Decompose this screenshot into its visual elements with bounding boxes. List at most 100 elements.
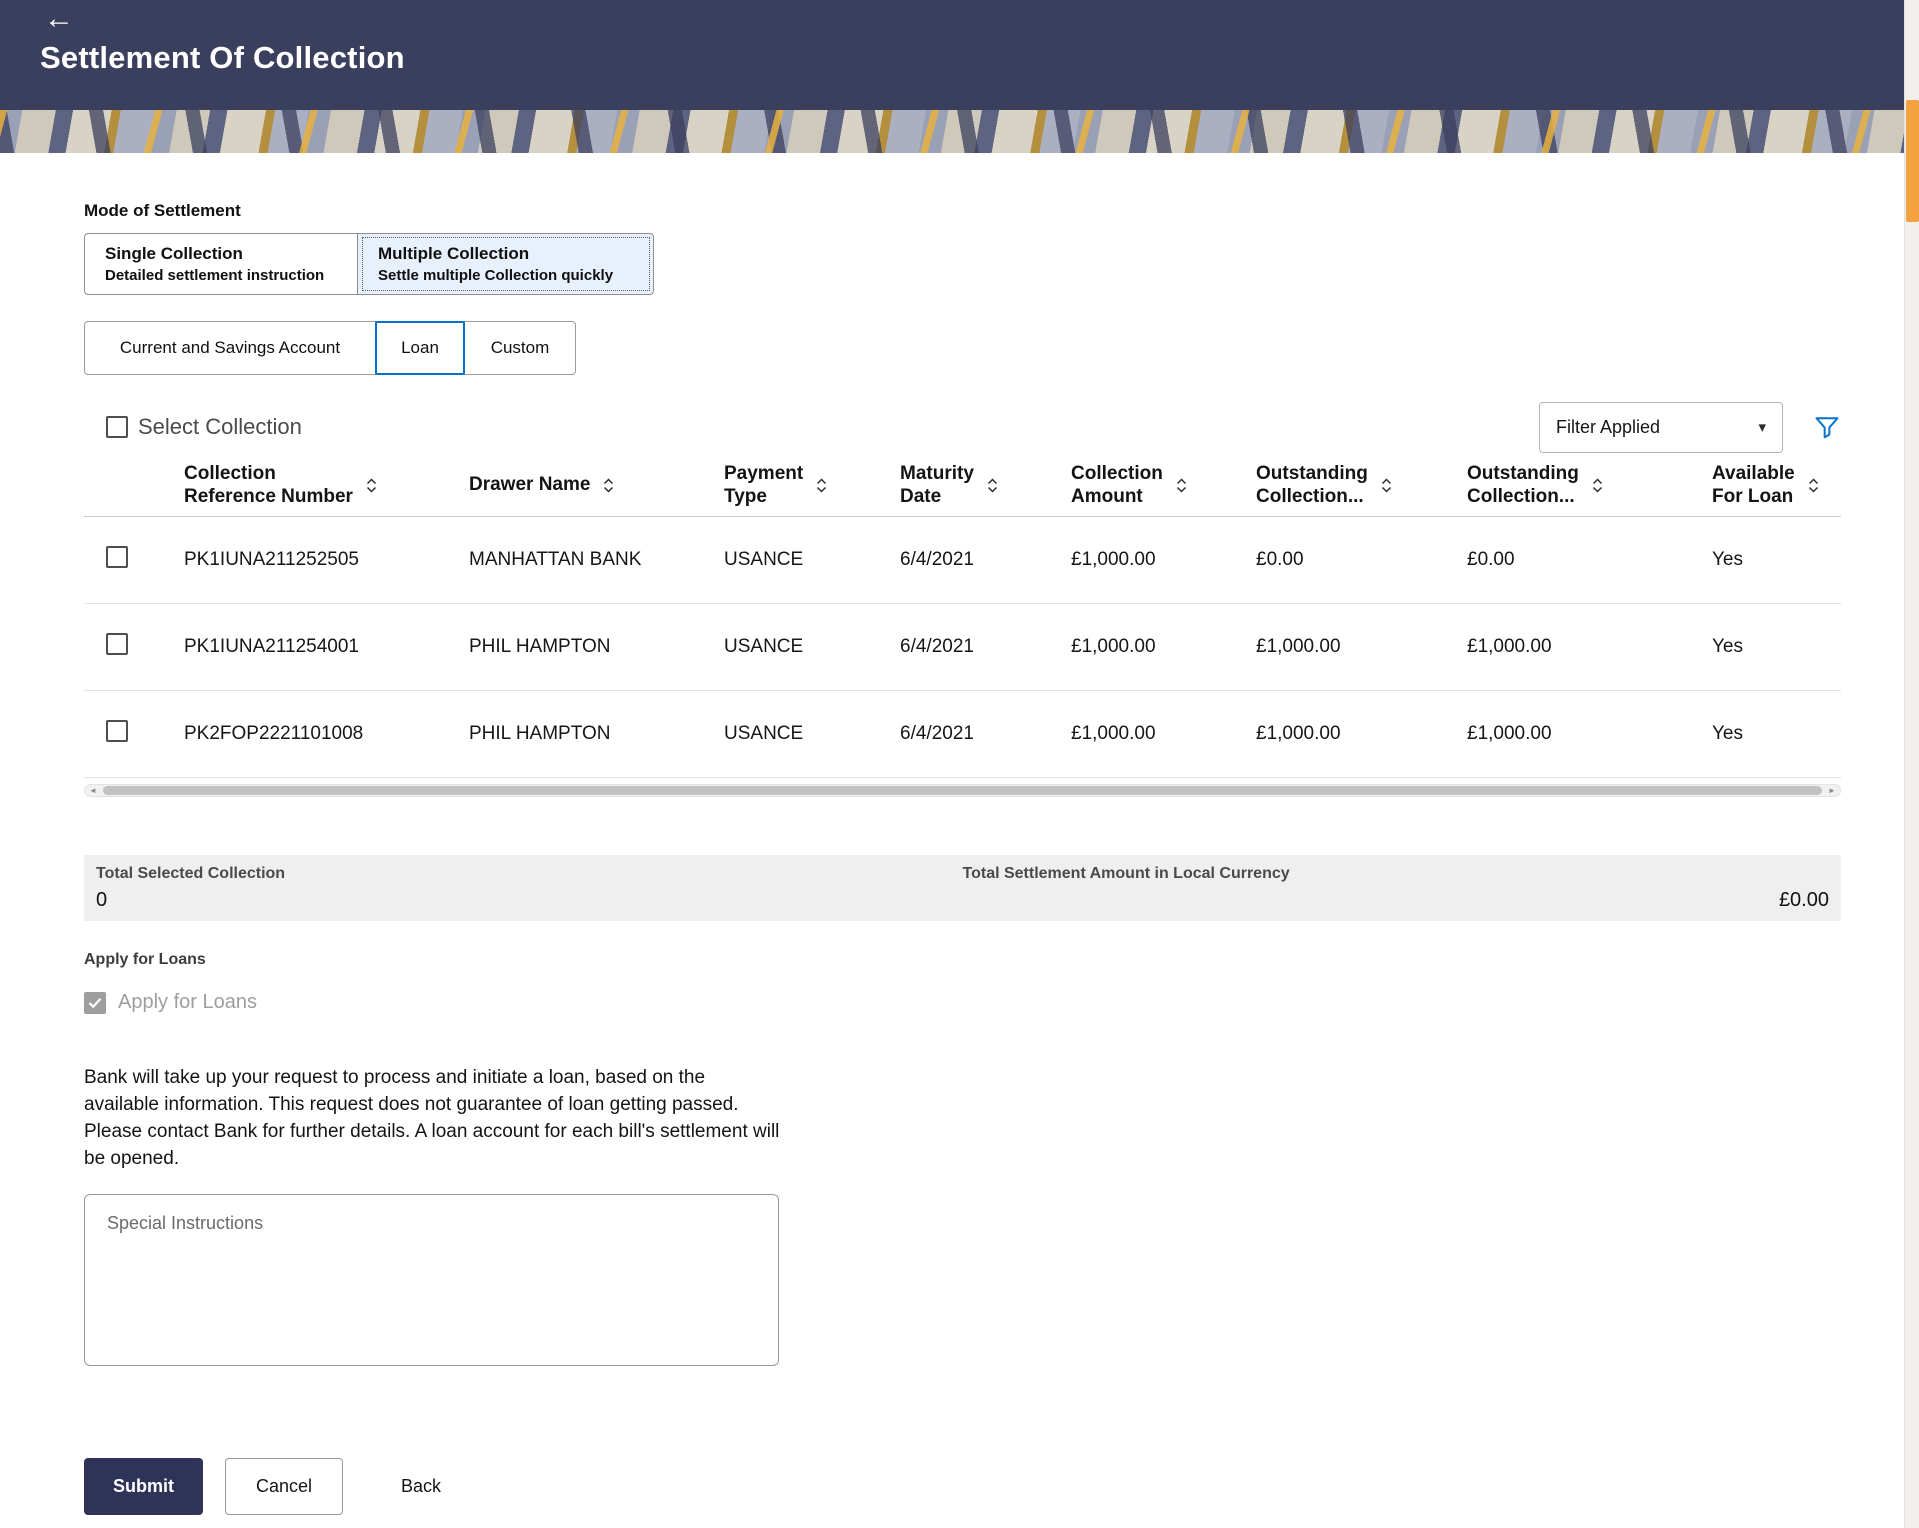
settlement-account-tabs: Current and Savings Account Loan Custom (84, 321, 1841, 375)
sort-icon[interactable] (602, 476, 615, 495)
cancel-button[interactable]: Cancel (225, 1458, 343, 1515)
cell-collection-reference: PK1IUNA211254001 (184, 636, 469, 658)
sort-icon[interactable] (1380, 476, 1393, 495)
column-label: Date (900, 486, 974, 508)
sort-icon[interactable] (365, 476, 378, 495)
sort-icon[interactable] (1591, 476, 1604, 495)
horizontal-scrollbar[interactable]: ◄ ► (84, 784, 1841, 797)
column-label: Outstanding (1467, 463, 1579, 485)
cell-collection-amount: £1,000.00 (1071, 636, 1256, 658)
column-outstanding-collection-2: OutstandingCollection... (1467, 463, 1712, 508)
cell-outstanding-2: £1,000.00 (1467, 723, 1712, 745)
total-settlement-amount-label: Total Settlement Amount in Local Currenc… (963, 865, 1830, 883)
column-label: Collection (184, 463, 353, 485)
row-checkbox[interactable] (106, 720, 128, 742)
chevron-down-icon: ▾ (1758, 418, 1766, 436)
cell-collection-amount: £1,000.00 (1071, 723, 1256, 745)
cell-collection-amount: £1,000.00 (1071, 549, 1256, 571)
back-button[interactable]: Back (381, 1458, 461, 1515)
vertical-scrollbar[interactable] (1904, 0, 1919, 1528)
total-selected-collection-value: 0 (96, 889, 963, 912)
single-collection-title: Single Collection (105, 244, 243, 264)
column-collection-reference-number: CollectionReference Number (184, 463, 469, 508)
column-label: Available (1712, 463, 1795, 485)
cell-outstanding-1: £1,000.00 (1256, 723, 1467, 745)
cell-outstanding-2: £1,000.00 (1467, 636, 1712, 658)
column-available-for-loan: AvailableFor Loan (1712, 463, 1841, 508)
select-all-checkbox[interactable] (106, 416, 128, 438)
scroll-left-icon[interactable]: ◄ (85, 785, 101, 796)
column-label: Reference Number (184, 486, 353, 508)
column-drawer-name: Drawer Name (469, 474, 724, 496)
action-buttons: Submit Cancel Back (84, 1458, 1841, 1515)
tab-custom[interactable]: Custom (464, 321, 576, 375)
mode-of-settlement-label: Mode of Settlement (84, 201, 1841, 221)
loan-disclaimer-text: Bank will take up your request to proces… (84, 1064, 784, 1172)
column-label: Collection... (1256, 486, 1368, 508)
cell-drawer-name: PHIL HAMPTON (469, 723, 724, 745)
cell-maturity-date: 6/4/2021 (900, 549, 1071, 571)
cell-payment-type: USANCE (724, 636, 900, 658)
page-title: Settlement Of Collection (40, 40, 405, 76)
apply-for-loans-checkbox-label: Apply for Loans (118, 991, 257, 1014)
multiple-collection-subtitle: Settle multiple Collection quickly (378, 267, 613, 284)
total-selected-collection-label: Total Selected Collection (96, 865, 963, 883)
column-label: Maturity (900, 463, 974, 485)
row-checkbox[interactable] (106, 633, 128, 655)
cell-collection-reference: PK1IUNA211252505 (184, 549, 469, 571)
column-label: Type (724, 486, 803, 508)
totals-bar: Total Selected Collection 0 Total Settle… (84, 855, 1841, 921)
column-label: Outstanding (1256, 463, 1368, 485)
multiple-collection-option[interactable]: Multiple Collection Settle multiple Coll… (358, 233, 654, 295)
column-label: For Loan (1712, 486, 1795, 508)
scroll-right-icon[interactable]: ► (1824, 785, 1840, 796)
cell-payment-type: USANCE (724, 723, 900, 745)
filter-icon[interactable] (1813, 413, 1841, 441)
tab-loan[interactable]: Loan (375, 321, 465, 375)
cell-available-for-loan: Yes (1712, 549, 1841, 571)
apply-for-loans-section-label: Apply for Loans (84, 951, 1841, 969)
sort-icon[interactable] (986, 476, 999, 495)
mode-of-settlement-toggle: Single Collection Detailed settlement in… (84, 233, 1841, 295)
apply-for-loans-checkbox[interactable] (84, 992, 106, 1014)
cell-outstanding-2: £0.00 (1467, 549, 1712, 571)
column-label: Collection... (1467, 486, 1579, 508)
main-content: Mode of Settlement Single Collection Det… (0, 153, 1904, 1515)
row-checkbox[interactable] (106, 546, 128, 568)
select-collection-row: Select Collection Filter Applied ▾ (84, 399, 1841, 455)
cell-available-for-loan: Yes (1712, 636, 1841, 658)
total-settlement-amount-value: £0.00 (1779, 889, 1829, 912)
sort-icon[interactable] (1807, 476, 1820, 495)
cell-outstanding-1: £0.00 (1256, 549, 1467, 571)
cell-drawer-name: MANHATTAN BANK (469, 549, 724, 571)
sort-icon[interactable] (815, 476, 828, 495)
cell-available-for-loan: Yes (1712, 723, 1841, 745)
table-row: PK1IUNA211252505 MANHATTAN BANK USANCE 6… (84, 517, 1841, 604)
cell-drawer-name: PHIL HAMPTON (469, 636, 724, 658)
table-row: PK1IUNA211254001 PHIL HAMPTON USANCE 6/4… (84, 604, 1841, 691)
column-label: Drawer Name (469, 474, 590, 496)
vertical-scrollbar-thumb[interactable] (1906, 100, 1919, 222)
cell-maturity-date: 6/4/2021 (900, 636, 1071, 658)
table-row: PK2FOP2221101008 PHIL HAMPTON USANCE 6/4… (84, 691, 1841, 778)
filter-dropdown-value: Filter Applied (1556, 417, 1660, 438)
horizontal-scrollbar-thumb[interactable] (103, 786, 1822, 795)
single-collection-option[interactable]: Single Collection Detailed settlement in… (84, 233, 358, 295)
single-collection-subtitle: Detailed settlement instruction (105, 267, 324, 284)
submit-button[interactable]: Submit (84, 1458, 203, 1515)
back-arrow-icon[interactable]: ← (44, 4, 74, 34)
column-maturity-date: MaturityDate (900, 463, 1071, 508)
filter-applied-dropdown[interactable]: Filter Applied ▾ (1539, 402, 1783, 453)
app-header: ← Settlement Of Collection (0, 0, 1904, 110)
special-instructions-textarea[interactable] (84, 1194, 779, 1366)
column-outstanding-collection-1: OutstandingCollection... (1256, 463, 1467, 508)
table-header-row: CollectionReference Number Drawer Name P… (84, 455, 1841, 517)
column-label: Collection (1071, 463, 1163, 485)
tab-current-and-savings-account[interactable]: Current and Savings Account (84, 321, 376, 375)
sort-icon[interactable] (1175, 476, 1188, 495)
column-label: Amount (1071, 486, 1163, 508)
cell-maturity-date: 6/4/2021 (900, 723, 1071, 745)
column-payment-type: PaymentType (724, 463, 900, 508)
cell-collection-reference: PK2FOP2221101008 (184, 723, 469, 745)
apply-for-loans-row: Apply for Loans (84, 991, 1841, 1014)
